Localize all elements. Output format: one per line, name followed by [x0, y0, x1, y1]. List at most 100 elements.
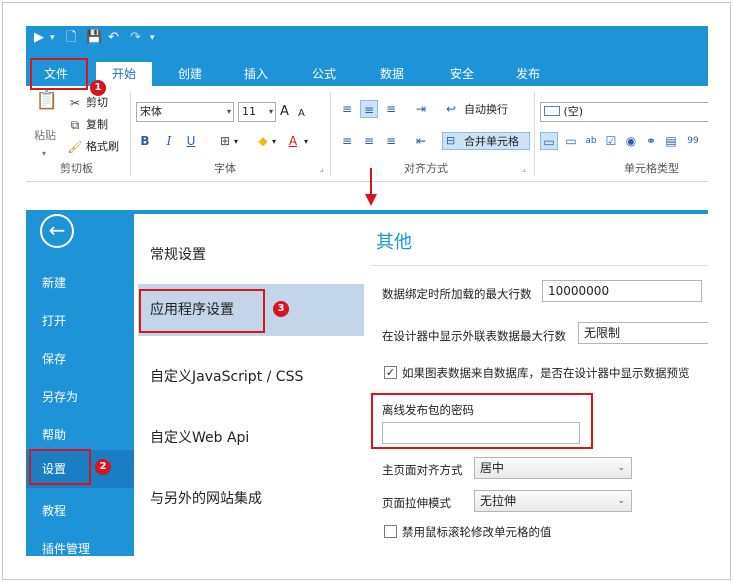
divider	[370, 265, 708, 266]
preview-checkbox-label: 如果图表数据来自数据库，是否在设计器中显示数据预览	[402, 366, 690, 380]
celltype-list-icon[interactable]: ▤	[662, 132, 680, 150]
category-site-integration[interactable]: 与另外的网站集成	[150, 488, 262, 508]
category-custom-web-api[interactable]: 自定义Web Api	[150, 427, 249, 447]
nav-item-save-as[interactable]: 另存为	[42, 388, 78, 405]
align-bottom-icon[interactable]: ≡	[382, 100, 400, 118]
page-icon[interactable]: 🗋	[66, 29, 76, 47]
wheel-checkbox-label: 禁用鼠标滚轮修改单元格的值	[402, 525, 552, 539]
group-divider	[534, 92, 535, 176]
clipboard-group-label: 剪切板	[60, 162, 93, 175]
group-divider	[330, 92, 331, 176]
play-icon[interactable]: ▶	[34, 29, 44, 47]
celltype-number-icon[interactable]: 99	[684, 132, 702, 150]
bold-icon[interactable]: B	[136, 132, 154, 150]
shrink-font-icon[interactable]: A	[298, 106, 305, 122]
designer-rows-input[interactable]: 无限制	[578, 322, 708, 344]
chevron-down-icon[interactable]: ▾	[272, 134, 276, 150]
celltype-input-icon[interactable]: ▭	[562, 132, 580, 150]
paste-icon[interactable]: 📋	[34, 92, 60, 118]
font-dialog-launcher-icon[interactable]: ⌟	[320, 164, 324, 173]
underline-icon[interactable]: U	[182, 132, 200, 150]
highlight-settings	[29, 449, 91, 485]
wrap-text-icon[interactable]: ↩	[442, 100, 460, 118]
grow-font-icon[interactable]: A	[280, 104, 289, 120]
nav-item-open[interactable]: 打开	[42, 312, 66, 329]
wheel-checkbox[interactable]	[384, 525, 397, 538]
backstage-view: ← 新建 打开 保存 另存为 帮助 设置 教程 插件管理 常规设置 应用程序设置…	[26, 210, 708, 556]
nav-item-tutorial[interactable]: 教程	[42, 502, 66, 519]
nav-item-save[interactable]: 保存	[42, 350, 66, 367]
cut-label[interactable]: 剪切	[86, 95, 108, 111]
tab-insert[interactable]: 插入	[234, 50, 278, 86]
redo-icon[interactable]: ↷	[130, 29, 141, 47]
font-family-select[interactable]: 宋体 ▾	[136, 102, 234, 122]
merge-cells-icon: ⊟	[446, 134, 456, 147]
align-center-icon[interactable]: ≡	[360, 132, 378, 150]
ribbon-tabs: 文件 开始 创建 插入 公式 数据 安全 发布	[26, 50, 708, 86]
alignment-dialog-launcher-icon[interactable]: ⌟	[522, 164, 526, 173]
celltype-link-icon[interactable]: ⚭	[642, 132, 660, 150]
scissors-icon[interactable]: ✂	[66, 94, 84, 112]
chevron-down-icon: ⌄	[617, 496, 625, 506]
textbox-icon	[544, 106, 560, 116]
indent-icon[interactable]: ⇥	[412, 100, 430, 118]
paste-label[interactable]: 粘贴	[34, 128, 56, 144]
back-arrow-icon[interactable]: ←	[40, 214, 74, 248]
tab-formula[interactable]: 公式	[302, 50, 346, 86]
play-dropdown-icon[interactable]: ▾	[50, 29, 55, 47]
format-painter-icon[interactable]: 🖌	[66, 138, 84, 156]
main-align-select[interactable]: 居中 ⌄	[474, 457, 632, 479]
chevron-down-icon: ▾	[268, 107, 273, 116]
category-general[interactable]: 常规设置	[150, 244, 206, 264]
celltype-radio-icon[interactable]: ◉	[622, 132, 640, 150]
align-right-icon[interactable]: ≡	[382, 132, 400, 150]
designer-rows-label: 在设计器中显示外联表数据最大行数	[382, 329, 566, 343]
wrap-text-label[interactable]: 自动换行	[464, 102, 508, 118]
paste-dropdown-icon[interactable]: ▾	[42, 146, 46, 162]
celltype-select[interactable]: (空)	[540, 102, 708, 122]
copy-icon[interactable]: ⧉	[66, 116, 84, 134]
preview-checkbox[interactable]: ✓	[384, 366, 397, 379]
save-icon[interactable]: 💾	[86, 29, 102, 47]
align-middle-icon[interactable]: ≡	[360, 100, 378, 118]
tab-create[interactable]: 创建	[168, 50, 212, 86]
step-badge-1: 1	[90, 80, 106, 96]
tab-publish[interactable]: 发布	[506, 50, 550, 86]
nav-item-plugins[interactable]: 插件管理	[42, 540, 90, 557]
celltype-label-icon[interactable]: ab	[582, 132, 600, 150]
font-size-select[interactable]: 11 ▾	[238, 102, 276, 122]
settings-categories: 常规设置 应用程序设置 自定义JavaScript / CSS 自定义Web A…	[134, 214, 366, 556]
main-align-label: 主页面对齐方式	[382, 463, 463, 477]
format-painter-label[interactable]: 格式刷	[86, 139, 119, 155]
highlight-password-setting	[371, 393, 593, 449]
fill-color-icon[interactable]: ◆	[254, 132, 272, 150]
quick-access-toolbar: ▶ ▾ 🗋 💾 ↶ ↷ ▾	[26, 26, 708, 50]
tab-security[interactable]: 安全	[440, 50, 484, 86]
highlight-app-settings	[139, 289, 265, 333]
celltype-checkbox-icon[interactable]: ☑	[602, 132, 620, 150]
copy-label[interactable]: 复制	[86, 117, 108, 133]
stretch-mode-select[interactable]: 无拉伸 ⌄	[474, 490, 632, 512]
border-icon[interactable]: ⊞	[216, 132, 234, 150]
undo-icon[interactable]: ↶	[108, 29, 119, 47]
merge-cells-label[interactable]: 合并单元格	[464, 134, 519, 150]
chevron-down-icon[interactable]: ▾	[234, 134, 238, 150]
alignment-group-label: 对齐方式	[404, 162, 448, 175]
customize-icon[interactable]: ▾	[150, 29, 155, 47]
font-color-icon[interactable]: A	[284, 132, 302, 150]
chevron-down-icon[interactable]: ▾	[304, 134, 308, 150]
group-divider	[130, 92, 131, 176]
outdent-icon[interactable]: ⇤	[412, 132, 430, 150]
section-title: 其他	[376, 232, 412, 253]
nav-item-help[interactable]: 帮助	[42, 426, 66, 443]
tab-data[interactable]: 数据	[370, 50, 414, 86]
category-custom-js-css[interactable]: 自定义JavaScript / CSS	[150, 366, 303, 386]
align-left-icon[interactable]: ≡	[338, 132, 356, 150]
max-rows-input[interactable]: 10000000	[542, 280, 702, 302]
italic-icon[interactable]: I	[160, 132, 178, 150]
settings-panel: 其他 数据绑定时所加载的最大行数 10000000 在设计器中显示外联表数据最大…	[370, 214, 708, 556]
chevron-down-icon: ▾	[226, 107, 231, 116]
align-top-icon[interactable]: ≡	[338, 100, 356, 118]
celltype-textbox-icon[interactable]: ▭	[540, 132, 558, 150]
nav-item-new[interactable]: 新建	[42, 274, 66, 291]
